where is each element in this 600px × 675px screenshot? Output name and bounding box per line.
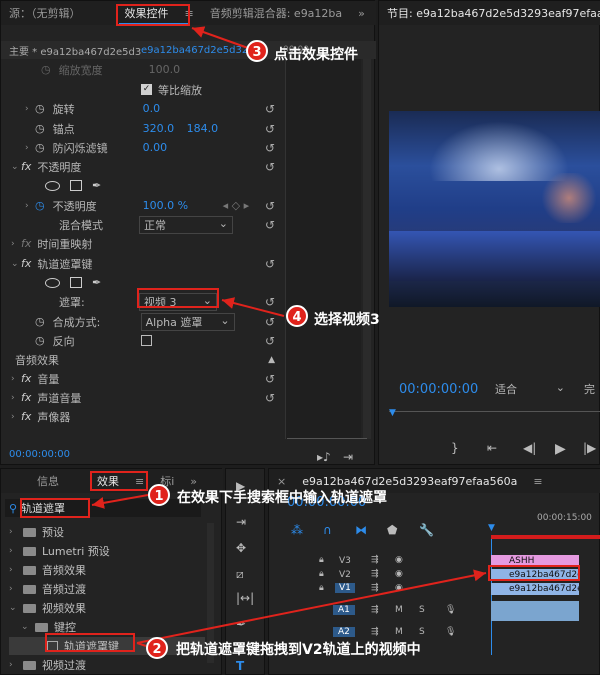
callout-4-number: 4 bbox=[286, 305, 308, 327]
arrow-3 bbox=[191, 26, 249, 49]
callout-2-number: 2 bbox=[146, 637, 168, 659]
arrow-2b bbox=[136, 569, 487, 644]
callout-1-text: 在效果下手搜索框中输入轨道遮罩 bbox=[177, 490, 387, 506]
arrow-4 bbox=[221, 297, 285, 317]
arrow-1 bbox=[91, 494, 149, 509]
callout-1-number: 1 bbox=[148, 484, 170, 506]
annotation-arrows bbox=[91, 26, 487, 647]
callout-2-text: 把轨道遮罩键拖拽到V2轨道上的视频中 bbox=[176, 642, 421, 658]
callout-4-text: 选择视频3 bbox=[314, 312, 380, 328]
callout-3-text: 点击效果控件 bbox=[274, 47, 358, 63]
callout-3-number: 3 bbox=[246, 40, 268, 62]
